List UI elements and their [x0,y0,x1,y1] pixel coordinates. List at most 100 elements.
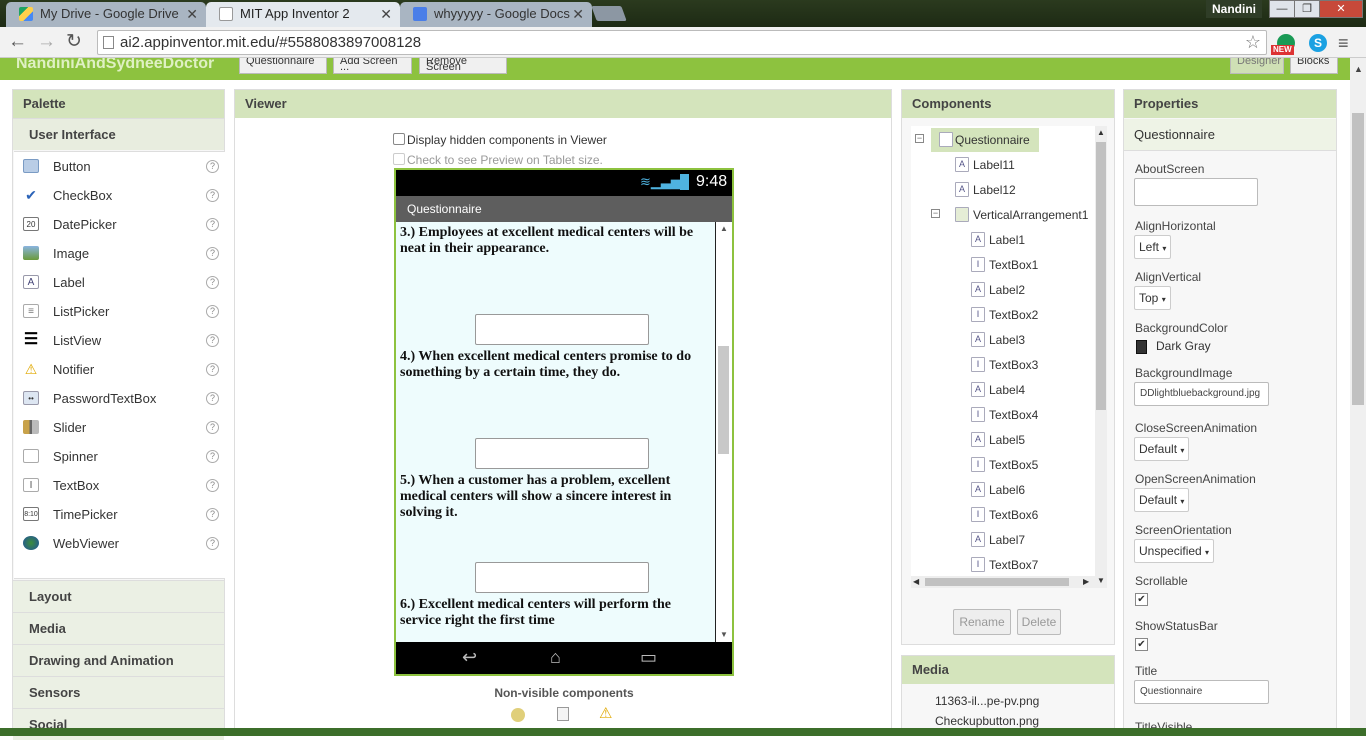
page-scrollbar[interactable]: ▲ [1350,58,1366,736]
open-animation-dropdown[interactable]: Default ▾ [1134,488,1190,512]
close-tab-icon[interactable]: ✕ [186,2,198,26]
minimize-button[interactable]: — [1269,0,1295,18]
collapse-icon[interactable]: − [915,134,924,143]
palette-item-slider[interactable]: Slider ? [14,413,225,442]
remove-screen-button[interactable]: Remove Screen [419,58,507,74]
tree-node[interactable]: I TextBox4 [971,403,1038,427]
help-icon[interactable]: ? [206,537,219,550]
help-icon[interactable]: ? [206,305,219,318]
tree-node[interactable]: A Label12 [955,178,1016,202]
tree-node[interactable]: I TextBox3 [971,353,1038,377]
help-icon[interactable]: ? [206,160,219,173]
close-window-button[interactable]: ✕ [1319,0,1363,18]
tab-app-inventor[interactable]: MIT App Inventor 2 ✕ [206,2,400,27]
palette-item-datepicker[interactable]: 20 DatePicker ? [14,210,225,239]
palette-item-button[interactable]: Button ? [14,152,225,181]
tree-node[interactable]: A Label2 [971,278,1025,302]
help-icon[interactable]: ? [206,392,219,405]
bg-image-field[interactable]: DDlightbluebackground.jpg [1134,382,1269,406]
color-swatch[interactable] [1136,340,1147,354]
category-layout[interactable]: Layout [13,580,224,612]
scroll-right-icon[interactable]: ▶ [1083,577,1089,586]
scroll-down-icon[interactable]: ▼ [720,630,728,639]
bg-color-value[interactable]: Dark Gray [1156,339,1211,353]
help-icon[interactable]: ? [206,247,219,260]
tree-node[interactable]: A Label4 [971,378,1025,402]
category-drawing-animation[interactable]: Drawing and Animation [13,644,224,676]
tree-node[interactable]: A Label5 [971,428,1025,452]
screen-select-button[interactable]: Questionnaire [239,58,327,74]
answer-textbox[interactable] [475,314,649,345]
category-user-interface[interactable]: User Interface [13,118,224,150]
help-icon[interactable]: ? [206,479,219,492]
scroll-thumb[interactable] [1096,142,1106,410]
tree-node[interactable]: A Label3 [971,328,1025,352]
display-hidden-checkbox[interactable] [393,133,405,145]
restore-button[interactable]: ❐ [1294,0,1320,18]
tree-node[interactable]: A Label11 [955,153,1015,177]
title-field[interactable]: Questionnaire [1134,680,1269,704]
tree-node[interactable]: I TextBox6 [971,503,1038,527]
scroll-up-icon[interactable]: ▲ [1354,64,1363,74]
close-animation-dropdown[interactable]: Default ▾ [1134,437,1190,461]
scroll-thumb[interactable] [718,346,729,454]
palette-item-listview[interactable]: ☰ ListView ? [14,326,225,355]
scrollable-checkbox[interactable]: ✔ [1135,593,1148,606]
chrome-menu-icon[interactable]: ≡ [1338,33,1349,54]
help-icon[interactable]: ? [206,421,219,434]
scroll-left-icon[interactable]: ◀ [913,577,919,586]
align-horizontal-dropdown[interactable]: Left ▾ [1134,235,1172,259]
add-screen-button[interactable]: Add Screen ... [333,58,412,74]
palette-item-spinner[interactable]: Spinner ? [14,442,225,471]
tablet-preview-checkbox[interactable] [393,153,405,165]
help-icon[interactable]: ? [206,508,219,521]
answer-textbox[interactable] [475,562,649,593]
answer-textbox[interactable] [475,438,649,469]
media-item[interactable]: 11363-il...pe-pv.png [935,694,1039,708]
forward-icon[interactable]: → [37,32,56,52]
about-screen-textarea[interactable] [1134,178,1258,206]
category-sensors[interactable]: Sensors [13,676,224,708]
scroll-thumb[interactable] [925,578,1069,586]
help-icon[interactable]: ? [206,334,219,347]
show-status-bar-checkbox[interactable]: ✔ [1135,638,1148,651]
palette-item-textbox[interactable]: I TextBox ? [14,471,225,500]
tree-node[interactable]: I TextBox7 [971,553,1038,577]
palette-item-label[interactable]: A Label ? [14,268,225,297]
tree-node[interactable]: A Label1 [971,228,1025,252]
tree-node[interactable]: A Label7 [971,528,1025,552]
help-icon[interactable]: ? [206,189,219,202]
rename-button[interactable]: Rename [953,609,1011,635]
tree-node[interactable]: I TextBox5 [971,453,1038,477]
scroll-up-icon[interactable]: ▲ [720,224,728,233]
designer-button[interactable]: Designer [1230,58,1284,74]
help-icon[interactable]: ? [206,363,219,376]
bookmark-star-icon[interactable]: ☆ [1245,31,1261,54]
address-bar[interactable]: ai2.appinventor.mit.edu/#558808389700812… [97,30,1267,55]
scroll-thumb[interactable] [1352,113,1364,405]
palette-item-webviewer[interactable]: WebViewer ? [14,529,225,558]
close-tab-icon[interactable]: ✕ [380,2,392,26]
tree-node-selected[interactable]: Questionnaire [931,128,1039,152]
tree-vscrollbar[interactable]: ▲ ▼ [1095,126,1107,588]
palette-item-timepicker[interactable]: 8:10 TimePicker ? [14,500,225,529]
scroll-down-icon[interactable]: ▼ [1097,576,1105,585]
collapse-icon[interactable]: − [931,209,940,218]
tree-node[interactable]: I TextBox1 [971,253,1038,277]
phone-scrollbar[interactable]: ▲ ▼ [715,222,732,642]
palette-item-image[interactable]: Image ? [14,239,225,268]
close-tab-icon[interactable]: ✕ [572,2,584,26]
tab-my-drive[interactable]: My Drive - Google Drive ✕ [6,2,206,27]
scroll-up-icon[interactable]: ▲ [1097,128,1105,137]
reload-icon[interactable]: ↻ [66,32,82,52]
media-item[interactable]: Checkupbutton.png [935,714,1039,728]
palette-item-listpicker[interactable]: ≡ ListPicker ? [14,297,225,326]
screen-orientation-dropdown[interactable]: Unspecified ▾ [1134,539,1215,563]
tab-google-docs[interactable]: whyyyyy - Google Docs ✕ [400,2,592,27]
palette-item-checkbox[interactable]: ✔ CheckBox ? [14,181,225,210]
delete-button[interactable]: Delete [1017,609,1061,635]
help-icon[interactable]: ? [206,276,219,289]
palette-item-notifier[interactable]: ⚠ Notifier ? [14,355,225,384]
category-media[interactable]: Media [13,612,224,644]
tree-node[interactable]: I TextBox2 [971,303,1038,327]
